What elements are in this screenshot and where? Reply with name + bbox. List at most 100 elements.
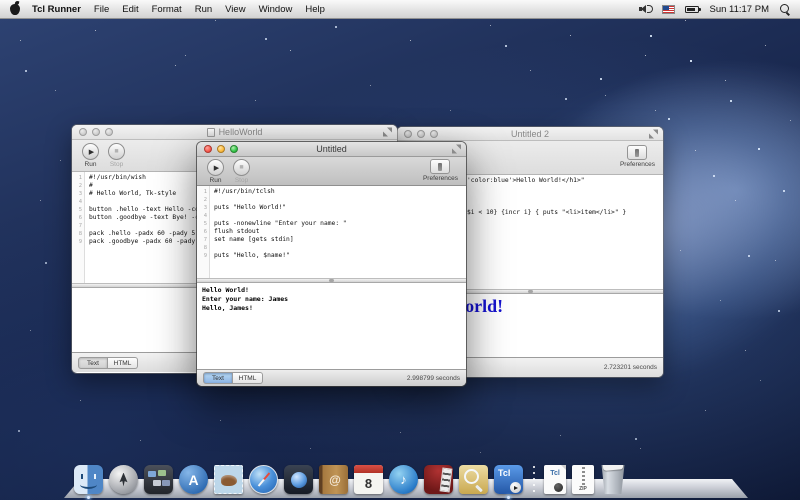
line-number: 1 xyxy=(72,174,82,182)
address-book-icon: @ xyxy=(319,465,348,494)
output-line: Hello World! xyxy=(202,286,466,295)
close-button[interactable] xyxy=(404,130,412,138)
apple-menu-icon[interactable] xyxy=(10,4,20,15)
zip-archive-icon: ZIP xyxy=(572,465,594,494)
code-text[interactable]: #!/usr/bin/tclsh puts "Hello World!" put… xyxy=(210,186,466,278)
itunes-icon: ♪ xyxy=(389,465,418,494)
tcl-document-dock-item[interactable]: Tcl xyxy=(544,465,566,494)
search-app-dock-item[interactable] xyxy=(459,465,488,494)
battery-icon[interactable] xyxy=(685,6,699,13)
mission-control-icon xyxy=(144,465,173,494)
code-line xyxy=(467,185,663,193)
menu-item[interactable]: Format xyxy=(152,4,182,15)
menu-item[interactable]: Help xyxy=(305,4,325,15)
preferences-button[interactable]: Preferences xyxy=(423,159,458,182)
fullscreen-icon[interactable] xyxy=(649,129,658,138)
bottom-bar: Text HTML 2.998799 seconds xyxy=(197,369,466,386)
zoom-button[interactable] xyxy=(230,145,238,153)
output-pane[interactable]: Hello World!Enter your name: JamesHello,… xyxy=(197,283,466,369)
tcl-runner-dock-item[interactable]: Tcl xyxy=(494,465,523,494)
zoom-button[interactable] xyxy=(430,130,438,138)
code-line xyxy=(214,212,466,220)
app-menu-title[interactable]: Tcl Runner xyxy=(32,4,81,15)
dock-items: A @8♪ Tcl Tcl ZIP xyxy=(74,465,626,494)
volume-icon[interactable] xyxy=(639,4,652,14)
menu-item[interactable]: Window xyxy=(259,4,293,15)
trash-icon xyxy=(600,465,626,494)
menu-item[interactable]: Run xyxy=(195,4,212,15)
line-number: 3 xyxy=(197,204,207,212)
pane-splitter[interactable] xyxy=(197,278,466,283)
menu-clock[interactable]: Sun 11:17 PM xyxy=(709,4,769,15)
minimize-button[interactable] xyxy=(217,145,225,153)
launchpad-dock-item[interactable] xyxy=(109,465,138,494)
tcl-runner-icon: Tcl xyxy=(494,465,523,494)
ical-dock-item[interactable]: 8 xyxy=(354,465,383,494)
code-line xyxy=(467,193,663,201)
itunes-glyph: ♪ xyxy=(389,465,418,494)
stop-button[interactable]: Stop xyxy=(108,143,125,168)
photo-booth-dock-item[interactable] xyxy=(424,465,453,494)
run-button[interactable]: Run xyxy=(207,159,224,184)
itunes-dock-item[interactable]: ♪ xyxy=(389,465,418,494)
line-number: 7 xyxy=(72,222,82,230)
stop-label: Stop xyxy=(235,177,248,184)
output-mode-switch: Text HTML xyxy=(78,357,138,369)
untitled-window[interactable]: Untitled Run Stop Preferences 123456789 … xyxy=(197,142,466,386)
stop-button[interactable]: Stop xyxy=(233,159,250,184)
minimize-button[interactable] xyxy=(92,128,100,136)
code-line xyxy=(214,244,466,252)
preferences-icon xyxy=(430,159,450,174)
mail-dock-item[interactable] xyxy=(214,465,243,494)
preferences-button[interactable]: Preferences xyxy=(620,145,655,168)
mail-icon xyxy=(214,465,243,494)
toolbar: Run Stop Preferences xyxy=(197,157,466,186)
preferences-label: Preferences xyxy=(620,161,655,168)
titlebar[interactable]: Untitled xyxy=(197,142,466,157)
splitter-handle-icon xyxy=(528,290,533,293)
app-store-dock-item[interactable]: A xyxy=(179,465,208,494)
titlebar[interactable]: Untitled 2 xyxy=(397,127,663,141)
spotlight-icon[interactable] xyxy=(779,3,791,15)
trash-dock-item[interactable] xyxy=(600,465,626,494)
line-number: 4 xyxy=(72,198,82,206)
tab-html[interactable]: HTML xyxy=(233,372,263,384)
code-editor[interactable]: 123456789 #!/usr/bin/tclsh puts "Hello W… xyxy=(197,186,466,278)
code-line: $i < 10} {incr i} { puts "<li>item</li>"… xyxy=(467,209,663,217)
mission-control-dock-item[interactable] xyxy=(144,465,173,494)
address-book-dock-item[interactable]: @ xyxy=(319,465,348,494)
minimize-button[interactable] xyxy=(417,130,425,138)
close-button[interactable] xyxy=(204,145,212,153)
zoom-button[interactable] xyxy=(105,128,113,136)
input-language-flag-icon[interactable] xyxy=(662,5,675,14)
menu-item[interactable]: File xyxy=(94,4,109,15)
titlebar[interactable]: HelloWorld xyxy=(72,125,397,140)
fullscreen-icon[interactable] xyxy=(452,145,461,154)
menu-list: File Edit Format Run View Window Help xyxy=(94,4,325,15)
tab-text[interactable]: Text xyxy=(203,372,233,384)
menu-item[interactable]: Edit xyxy=(122,4,138,15)
code-line: #!/usr/bin/tclsh xyxy=(214,188,466,196)
zip-archive-dock-item[interactable]: ZIP xyxy=(572,465,594,494)
fullscreen-icon[interactable] xyxy=(383,128,392,137)
safari-dock-item[interactable] xyxy=(249,465,278,494)
preferences-label: Preferences xyxy=(423,175,458,182)
tab-text[interactable]: Text xyxy=(78,357,108,369)
run-button[interactable]: Run xyxy=(82,143,99,168)
code-line: set name [gets stdin] xyxy=(214,236,466,244)
line-number: 6 xyxy=(72,214,82,222)
line-number-gutter: 123456789 xyxy=(72,172,85,283)
line-number: 9 xyxy=(72,238,82,246)
code-line: puts "Hello, $name!" xyxy=(214,252,466,260)
line-number: 8 xyxy=(197,244,207,252)
line-number: 3 xyxy=(72,190,82,198)
window-title: HelloWorld xyxy=(219,127,263,137)
run-duration: 2.998799 seconds xyxy=(407,375,460,382)
close-button[interactable] xyxy=(79,128,87,136)
menu-item[interactable]: View xyxy=(225,4,245,15)
search-app-icon xyxy=(459,465,488,494)
photo-booth-icon xyxy=(424,465,453,494)
tab-html[interactable]: HTML xyxy=(108,357,138,369)
time-machine-dock-item[interactable] xyxy=(284,465,313,494)
finder-dock-item[interactable] xyxy=(74,465,103,494)
